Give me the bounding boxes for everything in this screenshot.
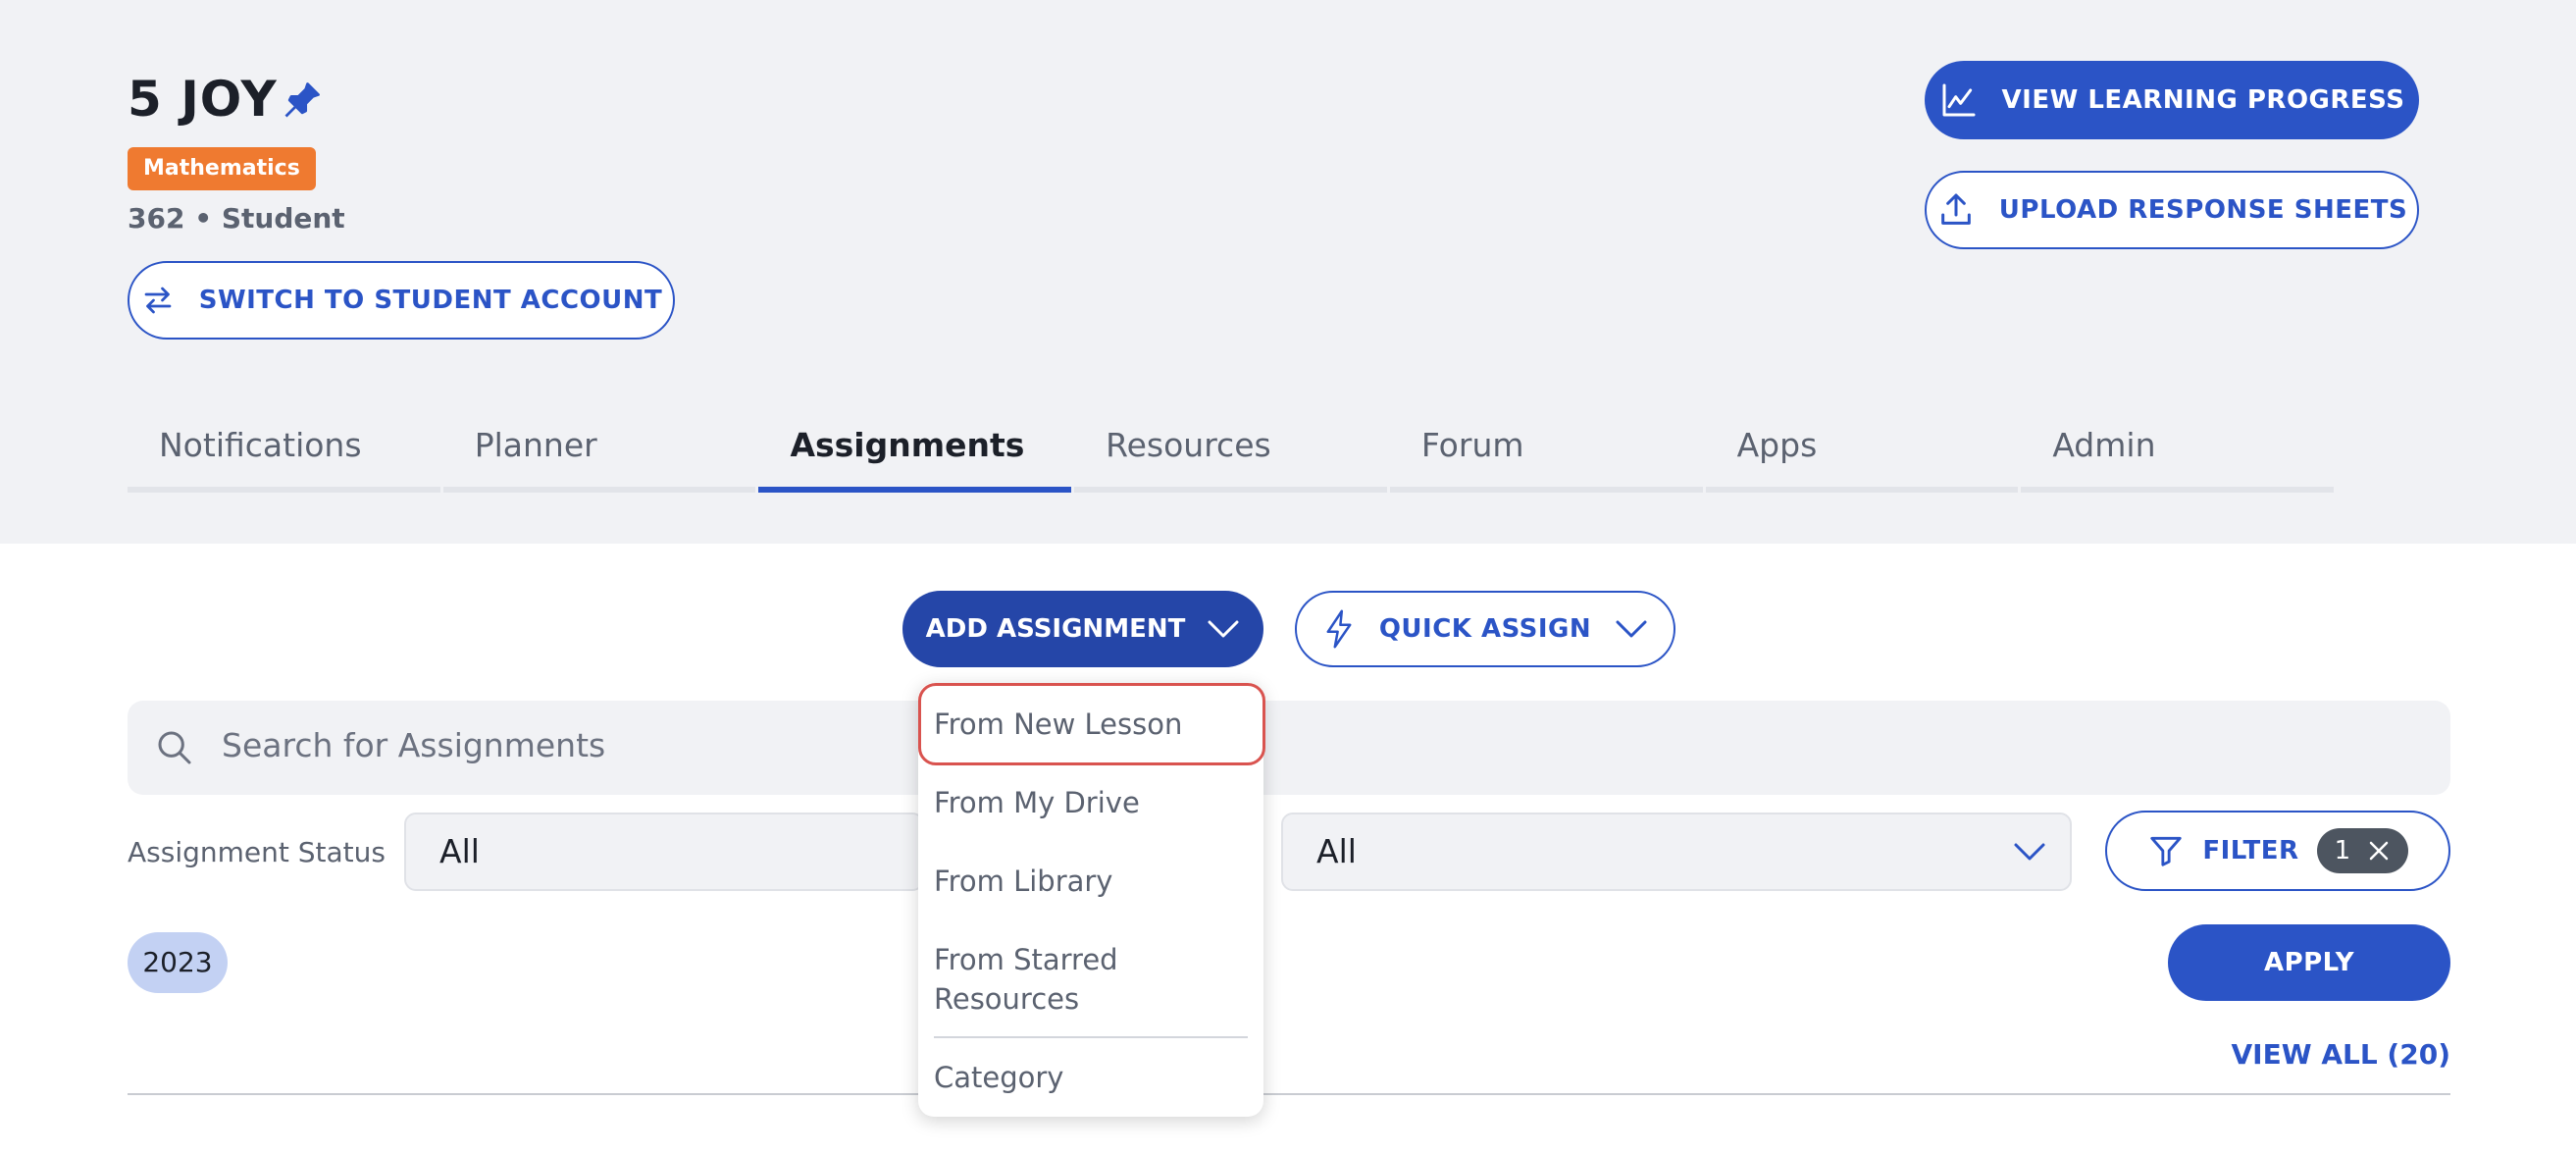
divider [128,1093,2450,1095]
switch-account-label: SWITCH TO STUDENT ACCOUNT [198,286,663,315]
close-icon[interactable] [2367,839,2391,863]
menu-item-from-library[interactable]: From Library [934,862,1112,901]
chart-line-icon [1939,80,1979,120]
class-title: 5 JOY [128,71,278,128]
filter-count-value: 1 [2334,836,2351,866]
secondary-filter-select[interactable]: All [1281,813,2072,891]
assignment-status-label: Assignment Status [128,836,386,868]
search-icon [155,728,194,767]
class-meta: 362 • Student [128,202,345,235]
search-placeholder: Search for Assignments [222,726,606,764]
tab-bar: Notifications Planner Assignments Resour… [128,412,2337,493]
add-assignment-label: ADD ASSIGNMENT [925,614,1186,644]
menu-item-from-starred-resources[interactable]: From Starred Resources [934,940,1169,1019]
lightning-icon [1322,608,1356,650]
tab-apps[interactable]: Apps [1705,412,2022,493]
tab-planner[interactable]: Planner [442,412,759,493]
year-chip[interactable]: 2023 [128,932,228,993]
view-learning-progress-button[interactable]: VIEW LEARNING PROGRESS [1925,61,2419,139]
add-assignment-button[interactable]: ADD ASSIGNMENT [902,591,1263,667]
chevron-down-icon [1615,618,1648,640]
upload-icon [1936,190,1976,230]
pin-icon[interactable] [281,79,324,122]
filter-label: FILTER [2202,836,2299,866]
view-all-link[interactable]: VIEW ALL (20) [2231,1038,2450,1071]
add-assignment-menu: From New Lesson From My Drive From Libra… [918,683,1265,1117]
quick-assign-label: QUICK ASSIGN [1378,614,1592,644]
search-input[interactable]: Search for Assignments [128,701,2450,795]
filter-count-badge[interactable]: 1 [2316,828,2408,873]
upload-sheets-label: UPLOAD RESPONSE SHEETS [1998,195,2408,225]
filter-icon [2147,832,2185,869]
secondary-filter-value: All [1316,832,1357,870]
tab-forum[interactable]: Forum [1389,412,1706,493]
filter-button[interactable]: FILTER 1 [2105,811,2450,891]
switch-to-student-account-button[interactable]: SWITCH TO STUDENT ACCOUNT [128,261,675,340]
switch-icon [140,283,176,318]
chevron-down-icon [1207,618,1240,640]
assignment-status-select[interactable]: All [404,813,924,891]
menu-item-category[interactable]: Category [934,1058,1063,1097]
chevron-down-icon [2013,838,2046,866]
menu-divider [934,1036,1248,1038]
tab-resources[interactable]: Resources [1074,412,1390,493]
tab-notifications[interactable]: Notifications [128,412,443,493]
menu-item-from-new-lesson[interactable]: From New Lesson [934,705,1182,744]
view-progress-label: VIEW LEARNING PROGRESS [2001,85,2405,115]
apply-button[interactable]: APPLY [2168,924,2450,1001]
quick-assign-button[interactable]: QUICK ASSIGN [1295,591,1675,667]
tab-assignments[interactable]: Assignments [758,412,1074,493]
upload-response-sheets-button[interactable]: UPLOAD RESPONSE SHEETS [1925,171,2419,249]
tab-admin[interactable]: Admin [2021,412,2337,493]
assignment-status-value: All [439,832,480,870]
apply-label: APPLY [2263,948,2355,977]
menu-item-from-my-drive[interactable]: From My Drive [934,783,1140,822]
subject-badge: Mathematics [128,147,316,190]
